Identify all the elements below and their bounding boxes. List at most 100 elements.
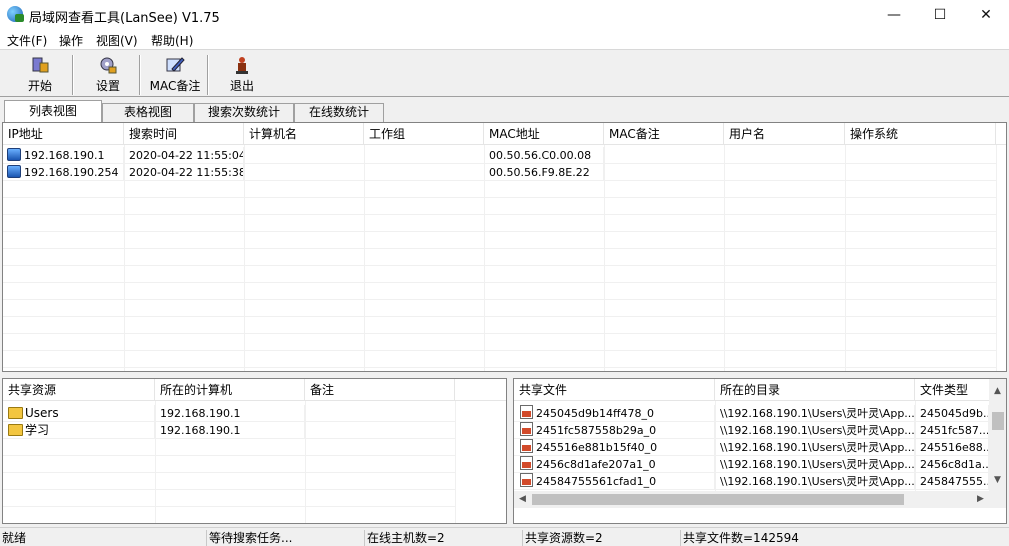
file-list-vertical-scrollbar[interactable]: ▲ ▼ (989, 379, 1006, 491)
mac-note-button[interactable]: MAC备注 (146, 53, 204, 95)
menu-help[interactable]: 帮助(H) (151, 32, 193, 49)
share-computer-cell: 192.168.190.1 (155, 405, 305, 422)
file-row[interactable]: 24584755561cfad1_0 \\192.168.190.1\Users… (514, 473, 989, 490)
vertical-scroll-thumb[interactable] (992, 412, 1004, 430)
mac-note-label: MAC备注 (149, 79, 201, 93)
host-time-cell: 2020-04-22 11:55:04 (124, 147, 244, 164)
horizontal-scroll-thumb[interactable] (532, 494, 904, 505)
file-icon (520, 439, 533, 453)
scroll-right-arrow[interactable]: ▶ (972, 491, 989, 508)
start-icon (32, 57, 49, 73)
menu-bar: 文件(F) 操作 视图(V) 帮助(H) (0, 30, 1009, 50)
file-row[interactable]: 2451fc587558b29a_0 \\192.168.190.1\Users… (514, 422, 989, 439)
scroll-up-arrow[interactable]: ▲ (989, 383, 1006, 400)
settings-label: 设置 (95, 79, 120, 93)
shared-folder-icon (8, 407, 23, 419)
status-file-count: 共享文件数=142594 (680, 530, 1009, 546)
toolbar-separator (72, 55, 74, 95)
shared-file-list[interactable]: 共享文件 所在的目录 文件类型 245045d9b14ff478_0 \\192… (513, 378, 1007, 524)
computer-icon (7, 148, 21, 161)
window-title: 局域网查看工具(LanSee) V1.75 (29, 11, 220, 26)
host-ip-cell: 192.168.190.254 (3, 164, 124, 181)
mac-note-icon (166, 57, 185, 72)
file-dir-cell: \\192.168.190.1\Users\灵叶灵\App... (715, 422, 915, 439)
file-list-horizontal-scrollbar[interactable]: ◀ ▶ (514, 491, 1006, 508)
share-name-cell: 学习 (3, 422, 155, 439)
file-type-cell: 245516e88... (915, 439, 989, 456)
maximize-button[interactable]: ☐ (917, 0, 963, 30)
file-dir-cell: \\192.168.190.1\Users\灵叶灵\App... (715, 456, 915, 473)
computer-icon (7, 165, 21, 178)
share-row[interactable]: Users 192.168.190.1 (3, 405, 455, 422)
menu-operate[interactable]: 操作 (59, 32, 83, 49)
view-tabs: 列表视图 表格视图 搜索次数统计 在线数统计 (0, 100, 1009, 122)
col-share-note[interactable]: 备注 (305, 379, 455, 401)
file-row[interactable]: 2456c8d1afe207a1_0 \\192.168.190.1\Users… (514, 456, 989, 473)
status-online-hosts: 在线主机数=2 (364, 530, 522, 546)
file-name-cell: 24584755561cfad1_0 (514, 473, 715, 490)
host-list-header: IP地址 搜索时间 计算机名 工作组 MAC地址 MAC备注 用户名 操作系统 (3, 123, 1006, 145)
col-computer-name[interactable]: 计算机名 (244, 123, 364, 145)
col-directory[interactable]: 所在的目录 (715, 379, 915, 401)
host-mac-cell: 00.50.56.F9.8E.22 (484, 164, 604, 181)
start-button[interactable]: 开始 (20, 53, 60, 95)
col-file-type[interactable]: 文件类型 (915, 379, 989, 401)
host-list[interactable]: IP地址 搜索时间 计算机名 工作组 MAC地址 MAC备注 用户名 操作系统 … (2, 122, 1007, 372)
file-icon (520, 422, 533, 436)
file-list-header: 共享文件 所在的目录 文件类型 (514, 379, 989, 401)
file-name-cell: 2451fc587558b29a_0 (514, 422, 715, 439)
title-bar[interactable]: 局域网查看工具(LanSee) V1.75 — ☐ ✕ (0, 0, 1009, 30)
col-workgroup[interactable]: 工作组 (364, 123, 484, 145)
settings-icon (100, 57, 117, 74)
minimize-button[interactable]: — (871, 0, 917, 30)
file-name-cell: 2456c8d1afe207a1_0 (514, 456, 715, 473)
file-icon (520, 456, 533, 470)
exit-button[interactable]: 退出 (222, 53, 262, 95)
file-icon (520, 473, 533, 487)
host-row[interactable]: 192.168.190.1 2020-04-22 11:55:04 00.50.… (3, 147, 996, 164)
file-dir-cell: \\192.168.190.1\Users\灵叶灵\App... (715, 439, 915, 456)
col-ip[interactable]: IP地址 (3, 123, 124, 145)
status-bar: 就绪 等待搜索任务... 在线主机数=2 共享资源数=2 共享文件数=14259… (0, 527, 1009, 546)
file-type-cell: 245045d9b... (915, 405, 989, 422)
tab-online-stats[interactable]: 在线数统计 (294, 103, 384, 122)
tab-table-view[interactable]: 表格视图 (102, 103, 194, 122)
share-list[interactable]: 共享资源 所在的计算机 备注 Users 192.168.190.1 学习 19… (2, 378, 507, 524)
share-row[interactable]: 学习 192.168.190.1 (3, 422, 455, 439)
file-dir-cell: \\192.168.190.1\Users\灵叶灵\App... (715, 473, 915, 490)
shared-folder-icon (8, 424, 23, 436)
host-row[interactable]: 192.168.190.254 2020-04-22 11:55:38 00.5… (3, 164, 996, 181)
menu-view[interactable]: 视图(V) (96, 32, 138, 49)
file-row[interactable]: 245516e881b15f40_0 \\192.168.190.1\Users… (514, 439, 989, 456)
scroll-left-arrow[interactable]: ◀ (514, 491, 531, 508)
menu-file[interactable]: 文件(F) (7, 32, 47, 49)
grid-line (455, 401, 456, 523)
start-label: 开始 (27, 79, 52, 93)
col-share-resource[interactable]: 共享资源 (3, 379, 155, 401)
col-username[interactable]: 用户名 (724, 123, 845, 145)
app-globe-icon (7, 6, 24, 22)
close-button[interactable]: ✕ (963, 0, 1009, 30)
file-name-cell: 245045d9b14ff478_0 (514, 405, 715, 422)
host-time-cell: 2020-04-22 11:55:38 (124, 164, 244, 181)
settings-button[interactable]: 设置 (88, 53, 128, 95)
col-mac[interactable]: MAC地址 (484, 123, 604, 145)
col-shared-file[interactable]: 共享文件 (514, 379, 715, 401)
col-mac-note[interactable]: MAC备注 (604, 123, 724, 145)
col-search-time[interactable]: 搜索时间 (124, 123, 244, 145)
share-computer-cell: 192.168.190.1 (155, 422, 305, 439)
share-name-cell: Users (3, 405, 155, 422)
exit-icon (236, 57, 248, 74)
col-os[interactable]: 操作系统 (845, 123, 996, 145)
app-window: 局域网查看工具(LanSee) V1.75 — ☐ ✕ 文件(F) 操作 视图(… (0, 0, 1009, 546)
status-ready: 就绪 (2, 531, 27, 545)
toolbar-separator (139, 55, 141, 95)
tab-search-stats[interactable]: 搜索次数统计 (194, 103, 294, 122)
scroll-down-arrow[interactable]: ▼ (989, 472, 1006, 489)
col-share-computer[interactable]: 所在的计算机 (155, 379, 305, 401)
file-row[interactable]: 245045d9b14ff478_0 \\192.168.190.1\Users… (514, 405, 989, 422)
file-name-cell: 245516e881b15f40_0 (514, 439, 715, 456)
toolbar-separator (207, 55, 209, 95)
file-dir-cell: \\192.168.190.1\Users\灵叶灵\App... (715, 405, 915, 422)
tab-list-view[interactable]: 列表视图 (4, 100, 102, 122)
